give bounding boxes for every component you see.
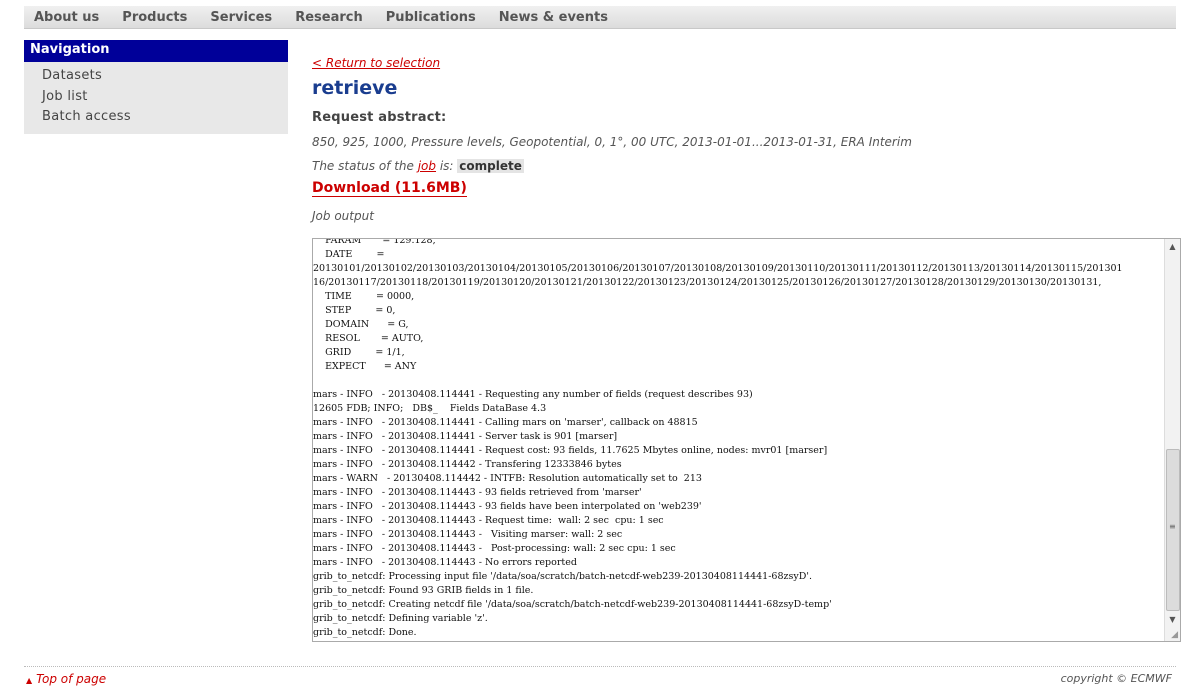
job-output-line: grib_to_netcdf: Processing input file '/… [313,571,812,582]
sidebar-item-datasets[interactable]: Datasets [24,66,288,87]
sidebar: Navigation Datasets Job list Batch acces… [24,40,288,134]
job-output-line: 16/20130117/20130118/20130119/20130120/2… [313,277,1102,288]
output-scrollbar[interactable]: ▲ ≡ ▼ [1164,239,1180,641]
footer-divider [24,666,1176,667]
job-output-line: EXPECT = ANY [325,361,417,372]
job-output-line: mars - INFO - 20130408.114443 - No error… [313,557,577,568]
resize-handle-icon[interactable]: ◢ [1171,630,1178,640]
job-output-line: mars - INFO - 20130408.114443 - 93 field… [313,501,702,512]
request-abstract-text: 850, 925, 1000, Pressure levels, Geopote… [312,135,912,149]
job-output-line: mars - INFO - 20130408.114443 - 93 field… [313,487,642,498]
job-output-textarea[interactable]: PARAM = 129.128, DATE = 20130101/2013010… [312,238,1181,642]
status-middle: is: [436,159,458,173]
sidebar-item-batch-access[interactable]: Batch access [24,107,288,128]
copyright-text: copyright © ECMWF [1060,672,1172,685]
job-output-line: 20130101/20130102/20130103/20130104/2013… [313,263,1123,274]
job-output-line: mars - INFO - 20130408.114441 - Calling … [313,417,698,428]
job-output-line: RESOL = AUTO, [325,333,424,344]
job-output-line: GRID = 1/1, [325,347,405,358]
sidebar-item-job-list[interactable]: Job list [24,87,288,108]
top-navigation-bar: About us Products Services Research Publ… [24,6,1176,29]
topnav-services[interactable]: Services [210,10,272,25]
scrollbar-thumb[interactable]: ≡ [1166,449,1180,611]
job-output-line: DATE = [325,249,385,260]
job-output-line: mars - INFO - 20130408.114441 - Server t… [313,431,618,442]
topnav-news-events[interactable]: News & events [499,10,608,25]
job-output-line: grib_to_netcdf: Defining variable 'z'. [313,613,488,624]
job-output-line: 12605 FDB; INFO; DB$_ Fields DataBase 4.… [313,403,547,414]
status-badge: complete [457,159,524,173]
job-output-line: PARAM = 129.128, [325,238,436,246]
scroll-down-arrow-icon[interactable]: ▼ [1165,612,1180,627]
up-triangle-icon: ▲ [26,676,33,685]
job-output-line: mars - INFO - 20130408.114442 - Transfer… [313,459,622,470]
sidebar-heading: Navigation [24,40,288,62]
job-output-line: grib_to_netcdf: Found 93 GRIB fields in … [313,585,534,596]
download-link[interactable]: Download (11.6MB) [312,180,467,197]
main-content: < Return to selection retrieve Request a… [312,52,1180,223]
topnav-publications[interactable]: Publications [386,10,476,25]
top-of-page-link[interactable]: ▲ Top of page [26,672,106,686]
grip-icon: ≡ [1169,522,1176,531]
job-output-line: DOMAIN = G, [325,319,409,330]
job-output-line: grib_to_netcdf: Creating netcdf file '/d… [313,599,832,610]
job-output-line: mars - WARN - 20130408.114442 - INTFB: R… [313,473,702,484]
job-status-line: The status of the job is: complete [312,159,1180,173]
job-output-line: mars - INFO - 20130408.114443 - Post-pro… [313,543,676,554]
job-output-line: grib_to_netcdf: Done. [313,627,417,638]
top-of-page-label: Top of page [36,672,107,686]
topnav-about-us[interactable]: About us [34,10,99,25]
job-output-line: mars - INFO - 20130408.114441 - Requesti… [313,389,753,400]
request-abstract-label: Request abstract: [312,110,447,125]
job-link[interactable]: job [418,159,436,173]
job-output-line: TIME = 0000, [325,291,415,302]
sidebar-menu: Datasets Job list Batch access [24,62,288,134]
job-output-line: mars - INFO - 20130408.114443 - Visiting… [313,529,623,540]
job-output-line: mars - INFO - 20130408.114443 - Request … [313,515,664,526]
job-output-line: mars - INFO - 20130408.114441 - Request … [313,445,828,456]
job-output-text: PARAM = 129.128, DATE = 20130101/2013010… [313,238,1163,640]
topnav-research[interactable]: Research [295,10,363,25]
status-prefix: The status of the [312,159,418,173]
job-output-line: STEP = 0, [325,305,396,316]
scroll-up-arrow-icon[interactable]: ▲ [1165,239,1180,254]
return-to-selection-link[interactable]: < Return to selection [312,56,440,70]
job-output-label: Job output [312,209,374,223]
topnav-products[interactable]: Products [122,10,187,25]
page-title: retrieve [312,77,398,99]
